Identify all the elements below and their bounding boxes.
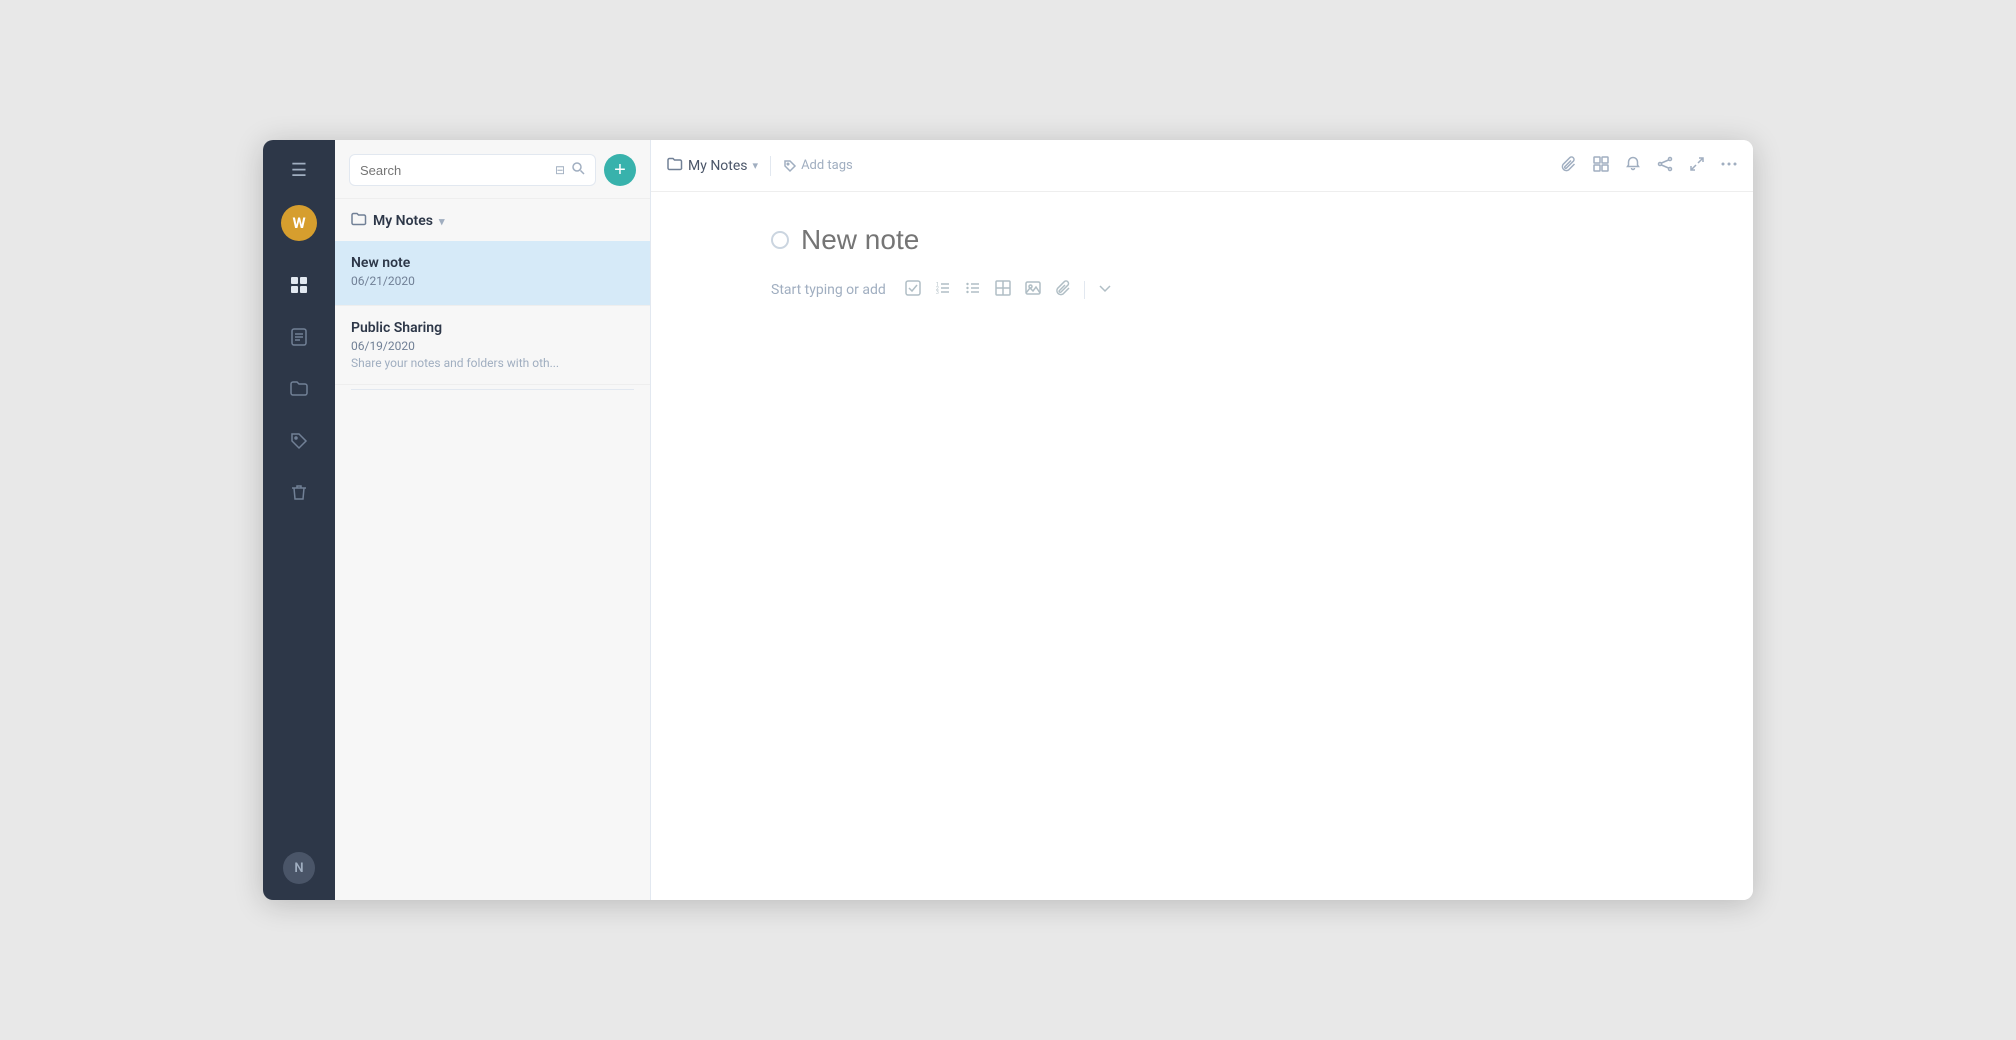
folder-header-icon [351, 211, 367, 231]
editor-area: My Notes ▾ Add tags [651, 140, 1753, 900]
topbar-bell-icon[interactable] [1625, 156, 1641, 176]
nav-bottom: N [283, 852, 315, 884]
hamburger-icon[interactable]: ☰ [287, 156, 311, 185]
search-icon[interactable] [571, 161, 585, 179]
content-placeholder: Start typing or add [771, 282, 886, 298]
notes-header: ⊟ + [335, 140, 650, 199]
topbar-folder[interactable]: My Notes ▾ [667, 156, 758, 176]
toolbar-separator [1084, 281, 1085, 299]
bottom-avatar[interactable]: N [283, 852, 315, 884]
nav-icons [283, 269, 315, 852]
notes-panel: ⊟ + My Notes ▾ New note [335, 140, 651, 900]
note-item-1[interactable]: New note 06/21/2020 [335, 241, 650, 306]
sidebar-nav: ☰ W [263, 140, 335, 900]
note-date-2: 06/19/2020 [351, 339, 634, 353]
editor-wrapper: Start typing or add [651, 192, 1753, 900]
note-title-1: New note [351, 255, 634, 271]
note-date-1: 06/21/2020 [351, 274, 634, 288]
topbar-folder-name: My Notes [688, 158, 748, 174]
nav-tag-icon[interactable] [283, 425, 315, 457]
nav-folder-icon[interactable] [283, 373, 315, 405]
editor-topbar: My Notes ▾ Add tags [651, 140, 1753, 192]
search-box[interactable]: ⊟ [349, 154, 596, 186]
add-note-button[interactable]: + [604, 154, 636, 186]
nav-grid-icon[interactable] [283, 269, 315, 301]
note-title-field[interactable] [801, 224, 1633, 256]
topbar-separator [770, 156, 771, 176]
topbar-folder-icon [667, 156, 683, 176]
toolbar-table-icon[interactable] [990, 276, 1016, 304]
editor-toolbar: Start typing or add [771, 276, 1633, 304]
note-title-2: Public Sharing [351, 320, 634, 336]
search-input[interactable] [360, 163, 549, 178]
topbar-expand-icon[interactable] [1689, 156, 1705, 176]
topbar-actions [1561, 156, 1737, 176]
note-status-circle [771, 231, 789, 249]
topbar-tags[interactable]: Add tags [783, 158, 853, 173]
toolbar-ordered-list-icon[interactable]: 1 2 3 [930, 276, 956, 304]
toolbar-checkbox-icon[interactable] [900, 276, 926, 304]
nav-trash-icon[interactable] [283, 477, 315, 509]
filter-icon[interactable]: ⊟ [555, 163, 565, 177]
app-window: ☰ W [263, 140, 1753, 900]
note-preview-2: Share your notes and folders with oth... [351, 356, 634, 370]
svg-text:3: 3 [936, 290, 939, 296]
user-avatar[interactable]: W [281, 205, 317, 241]
topbar-more-icon[interactable] [1721, 156, 1737, 176]
toolbar-unordered-list-icon[interactable] [960, 276, 986, 304]
toolbar-more-icon[interactable] [1093, 277, 1117, 303]
topbar-attachment-icon[interactable] [1561, 156, 1577, 176]
editor-content: Start typing or add [651, 192, 1753, 336]
folder-header[interactable]: My Notes ▾ [335, 199, 650, 241]
topbar-folder-chevron-icon[interactable]: ▾ [753, 159, 759, 172]
topbar-share-icon[interactable] [1657, 156, 1673, 176]
folder-chevron-icon[interactable]: ▾ [439, 215, 445, 228]
note-item-2[interactable]: Public Sharing 06/19/2020 Share your not… [335, 306, 650, 385]
folder-name-label: My Notes [373, 213, 433, 229]
toolbar-attachment-icon[interactable] [1050, 276, 1076, 304]
notes-list: New note 06/21/2020 Public Sharing 06/19… [335, 241, 650, 900]
add-tags-label: Add tags [801, 158, 853, 173]
toolbar-image-icon[interactable] [1020, 276, 1046, 304]
notes-divider [351, 389, 634, 390]
note-title-row [771, 224, 1633, 256]
topbar-grid-icon[interactable] [1593, 156, 1609, 176]
nav-notes-icon[interactable] [283, 321, 315, 353]
